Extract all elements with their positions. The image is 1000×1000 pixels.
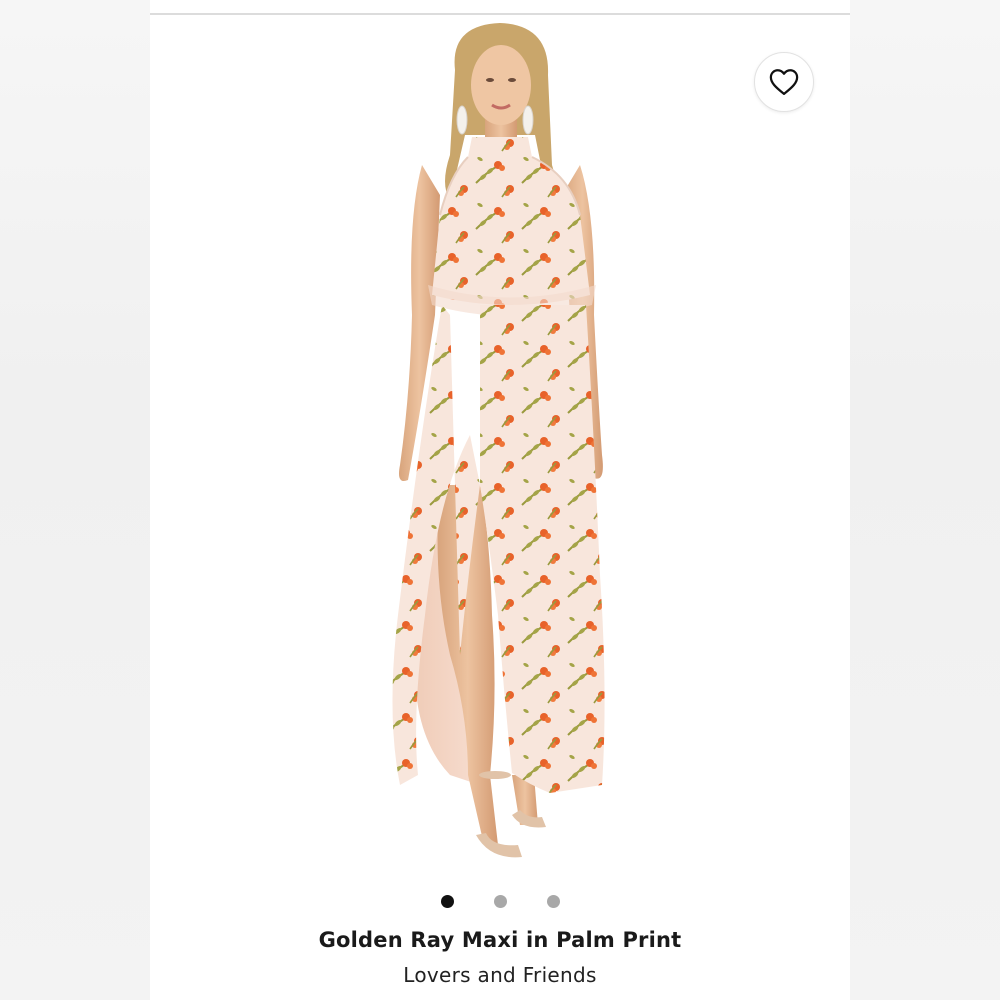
model-wearing-dress-illustration <box>392 23 605 858</box>
carousel-dot-1[interactable] <box>440 895 454 908</box>
product-card: Golden Ray Maxi in Palm Print Lovers and… <box>150 0 850 1000</box>
product-image[interactable] <box>150 15 850 885</box>
product-brand[interactable]: Lovers and Friends <box>150 963 850 987</box>
favorite-button[interactable] <box>754 52 814 112</box>
heart-outline-icon <box>769 69 799 95</box>
left-background-panel <box>0 0 150 1000</box>
carousel-pagination <box>150 895 850 909</box>
carousel-dot-3[interactable] <box>546 895 560 908</box>
product-title[interactable]: Golden Ray Maxi in Palm Print <box>150 928 850 952</box>
carousel-dot-2[interactable] <box>493 895 507 908</box>
right-background-panel <box>850 0 1000 1000</box>
